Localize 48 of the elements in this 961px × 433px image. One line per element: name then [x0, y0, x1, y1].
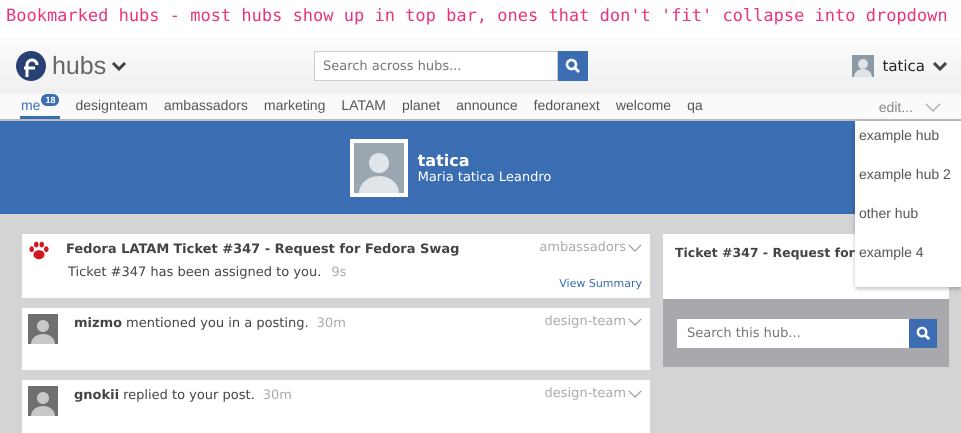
hub-tab[interactable]: fedoranext [532, 97, 601, 119]
time-text: 30m [262, 388, 292, 403]
hub-label: design-team [544, 386, 626, 401]
hub-label: design-team [544, 314, 626, 329]
time-text: 30m [316, 316, 346, 331]
avatar-icon [28, 314, 58, 344]
author-name[interactable]: mizmo [74, 316, 122, 331]
search-icon[interactable] [565, 58, 581, 74]
search-field[interactable]: Search across hubs... [314, 51, 558, 81]
chevron-icon[interactable] [112, 62, 126, 70]
paw-icon [28, 240, 50, 262]
author-name[interactable]: gnokii [74, 388, 120, 403]
search-button[interactable] [909, 318, 937, 348]
avatar-icon [852, 55, 874, 77]
hub-tab[interactable]: LATAM [340, 97, 387, 119]
hub-tab[interactable]: designteam [74, 97, 149, 119]
message-text: replied to your post. [123, 388, 255, 403]
hub-tab[interactable]: qa [686, 97, 704, 119]
menu-item[interactable]: example hub [855, 127, 961, 166]
search-icon[interactable] [916, 326, 930, 340]
card-title: Ticket #347 - Request for [675, 245, 855, 260]
profile-full-name: Maria tatica Leandro [418, 170, 552, 184]
search-button[interactable] [558, 51, 588, 81]
app-name: hubs [52, 52, 106, 80]
hub-tab[interactable]: planet [400, 97, 442, 119]
message-text: mentioned you in a posting. [126, 316, 309, 331]
logo-icon [16, 51, 46, 81]
view-summary-link[interactable]: View Summary [559, 277, 642, 290]
count-badge: 18 [41, 94, 60, 106]
hub-tab[interactable]: welcome [614, 97, 672, 119]
user-name[interactable]: tatica [882, 57, 925, 75]
author-name[interactable]: Fedora LATAM [66, 242, 170, 257]
profile-username: tatica [418, 150, 470, 170]
avatar-icon [28, 386, 58, 416]
time-text: 9s [331, 265, 346, 280]
chevron-icon[interactable] [933, 62, 947, 70]
avatar-placeholder [350, 138, 408, 196]
menu-item[interactable]: example hub 2 [855, 166, 961, 205]
hub-tab[interactable]: announce [455, 97, 519, 119]
hub-tab[interactable]: marketing [262, 97, 326, 119]
caption-text: Bookmarked hubs - most hubs show up in top bar, ones that don't 'fit' collapse into dropdown [5, 5, 949, 28]
message-text: Ticket #347 has been assigned to you. [68, 265, 322, 280]
menu-item[interactable]: example 4 [855, 244, 961, 283]
ticket-title[interactable]: Ticket #347 - Request for Fedora Swag [173, 242, 460, 257]
hub-label: ambassadors [539, 240, 626, 255]
menu-item[interactable]: other hub [855, 205, 961, 244]
hub-tab[interactable]: ambassadors [162, 97, 249, 119]
search-field[interactable]: Search this hub... [677, 318, 909, 348]
